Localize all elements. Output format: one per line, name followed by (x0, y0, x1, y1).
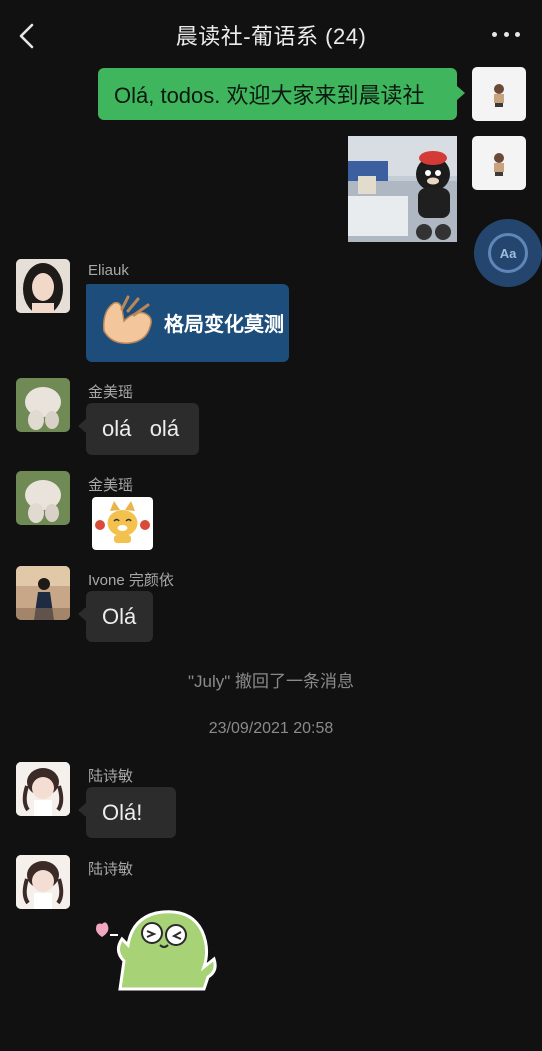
more-options-button[interactable] (492, 24, 520, 44)
cat-sticker-icon (95, 501, 150, 543)
translate-button[interactable]: Aa (474, 219, 542, 287)
message-sticker[interactable]: 格局变化莫测 (86, 284, 289, 362)
message-image[interactable] (348, 136, 457, 242)
message-sticker[interactable] (92, 497, 153, 550)
more-dots-icon (492, 31, 497, 37)
message-bubble-incoming[interactable]: olá olá (78, 403, 199, 455)
sender-avatar-ivone[interactable] (16, 566, 70, 620)
sender-name: Eliauk (88, 262, 129, 279)
timestamp: 23/09/2021 20:58 (208, 720, 334, 737)
my-avatar[interactable] (472, 67, 526, 121)
sender-avatar-eliauk[interactable] (16, 259, 70, 313)
message-bubble-incoming[interactable]: Olá! (78, 787, 176, 838)
frog-sticker-icon (96, 910, 217, 991)
sender-avatar-jinmeiyao[interactable] (16, 471, 70, 525)
sender-name: 陆诗敏 (88, 861, 134, 878)
sender-name: 金美瑶 (88, 384, 134, 401)
message-bubble-outgoing[interactable]: Olá, todos. 欢迎大家来到晨读社 (98, 68, 465, 120)
sticker-caption: 格局变化莫测 (164, 314, 284, 336)
message-text: Olá, todos. 欢迎大家来到晨读社 (114, 83, 425, 108)
sender-name: 陆诗敏 (88, 768, 134, 785)
sender-avatar-lushimin[interactable] (16, 762, 70, 816)
translate-icon: Aa (488, 233, 528, 273)
recall-notice: "July" 撤回了一条消息 (187, 672, 355, 691)
message-sticker[interactable] (92, 905, 222, 991)
my-avatar[interactable] (472, 136, 526, 190)
sender-avatar-lushimin[interactable] (16, 855, 70, 909)
message-text: olá olá (102, 416, 180, 441)
back-arrow-icon (19, 23, 34, 49)
message-text: Olá! (102, 799, 143, 825)
sender-name: Ivone 完颜依 (88, 572, 174, 589)
sender-name: 金美瑶 (88, 477, 134, 494)
back-button[interactable] (16, 22, 40, 50)
message-text: Olá (102, 603, 137, 629)
message-bubble-incoming[interactable]: Olá (78, 591, 153, 642)
chat-header: 晨读社-葡语系 (24) (0, 0, 542, 70)
sender-avatar-jinmeiyao[interactable] (16, 378, 70, 432)
chat-title: 晨读社-葡语系 (24) (175, 24, 367, 49)
hand-gesture-icon (102, 295, 152, 344)
